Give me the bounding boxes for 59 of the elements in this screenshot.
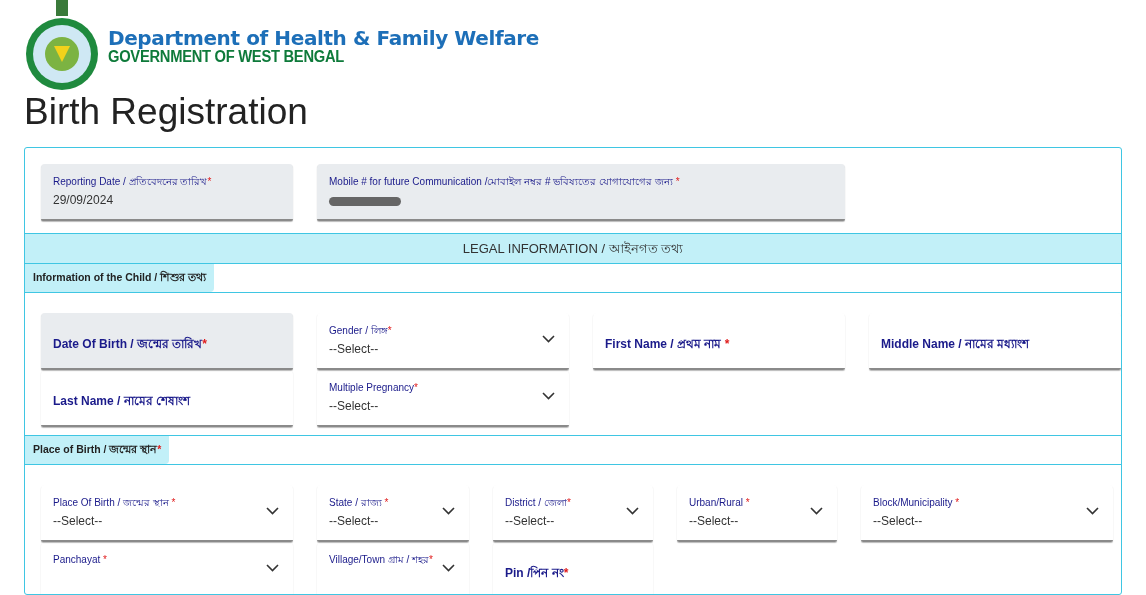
text-field[interactable]: Pin /পিন নং* xyxy=(493,541,653,594)
field-label: Date Of Birth / জন্মের তারিখ* xyxy=(53,335,208,353)
select-field[interactable]: District / জেলা* --Select-- xyxy=(493,484,653,542)
required-mark: * xyxy=(675,175,680,187)
required-mark: * xyxy=(955,496,960,508)
government-name: GOVERNMENT OF WEST BENGAL xyxy=(108,49,345,65)
chevron-down-icon xyxy=(542,334,555,343)
chevron-down-icon xyxy=(442,563,455,572)
date-field[interactable]: Date Of Birth / জন্মের তারিখ* xyxy=(41,312,293,370)
date-field[interactable]: Reporting Date / প্রতিবেদনের তারিখ* 29/09/2024 xyxy=(41,163,293,221)
select-field[interactable]: State / রাজ্য * --Select-- xyxy=(317,484,469,542)
required-mark: * xyxy=(384,496,389,508)
field-label: Gender / লিঙ্গ* xyxy=(329,323,393,338)
text-field[interactable]: First Name / প্রথম নাম * xyxy=(593,312,845,370)
required-mark: * xyxy=(207,175,212,187)
text-field[interactable]: Last Name / নামের শেষাংশ xyxy=(41,369,293,427)
field-label: Village/Town গ্রাম / শহর* xyxy=(329,552,434,567)
select-field[interactable]: Panchayat * xyxy=(41,541,293,594)
field-label: Block/Municipality * xyxy=(873,495,961,510)
field-label: Multiple Pregnancy* xyxy=(329,380,419,395)
required-mark: * xyxy=(429,553,433,565)
field-label: Place Of Birth / জন্মের স্থান * xyxy=(53,495,177,510)
text-field[interactable]: Middle Name / নামের মধ্যাংশ xyxy=(869,312,1121,370)
field-label: Pin /পিন নং* xyxy=(505,564,570,582)
required-mark: * xyxy=(724,336,730,351)
chevron-down-icon xyxy=(810,506,823,515)
required-mark: * xyxy=(566,496,571,508)
field-label: Mobile # for future Communication /মোবাইল নম্বর # ভবিষ্যতের যোগাযোগের জন্য * xyxy=(329,174,681,189)
required-mark: * xyxy=(563,565,569,580)
field-label: Reporting Date / প্রতিবেদনের তারিখ* xyxy=(53,174,213,189)
chevron-down-icon xyxy=(1086,506,1099,515)
select-field[interactable]: Urban/Rural * --Select-- xyxy=(677,484,837,542)
required-mark: * xyxy=(414,381,418,393)
required-mark: * xyxy=(171,496,176,508)
chevron-down-icon xyxy=(266,506,279,515)
required-mark: * xyxy=(202,336,207,351)
select-field[interactable]: Gender / লিঙ্গ* --Select-- xyxy=(317,312,569,370)
field-label: First Name / প্রথম নাম * xyxy=(605,335,731,353)
field-label: District / জেলা* xyxy=(505,495,572,510)
mobile-field[interactable]: Mobile # for future Communication /মোবাইল নম্বর # ভবিষ্যতের যোগাযোগের জন্য * xyxy=(317,163,845,221)
required-mark: * xyxy=(745,496,750,508)
select-field[interactable]: Block/Municipality * --Select-- xyxy=(861,484,1113,542)
required-mark: * xyxy=(103,553,107,565)
chevron-down-icon xyxy=(626,506,639,515)
select-field[interactable]: Multiple Pregnancy* --Select-- xyxy=(317,369,569,427)
select-field[interactable]: Village/Town গ্রাম / শহর* xyxy=(317,541,469,594)
chevron-down-icon xyxy=(442,506,455,515)
field-label: Panchayat * xyxy=(53,552,108,567)
page-title: Birth Registration xyxy=(24,92,309,133)
section-band: LEGAL INFORMATION / আইনগত তথ্য xyxy=(25,232,1121,265)
field-label: Urban/Rural * xyxy=(689,495,751,510)
field-label: State / রাজ্য * xyxy=(329,495,390,510)
field-label: Middle Name / নামের মধ্যাংশ xyxy=(881,335,1031,353)
department-name: Department of Health & Family Welfare xyxy=(108,27,539,49)
chevron-down-icon xyxy=(542,391,555,400)
field-label: Last Name / নামের শেষাংশ xyxy=(53,392,192,410)
chevron-down-icon xyxy=(266,563,279,572)
select-field[interactable]: Place Of Birth / জন্মের স্থান * --Select-- xyxy=(41,484,293,542)
redacted-bar xyxy=(329,196,401,206)
